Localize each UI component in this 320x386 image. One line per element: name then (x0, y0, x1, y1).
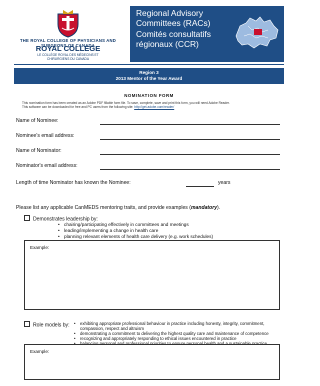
years-field[interactable] (186, 186, 214, 187)
adobe-reader-link[interactable]: http://get.adobe.com/reader/ (134, 105, 174, 109)
pdf-note-text: This software can be downloaded for free… (22, 105, 134, 110)
award-title: 2013 Mentor of the Year Award (115, 76, 183, 81)
list-item: planning relevant elements of health car… (58, 234, 282, 240)
nominator-name-label: Name of Nominator: (16, 148, 62, 154)
nominator-name-field[interactable] (100, 154, 280, 155)
logo-name: ROYAL COLLEGE (35, 44, 101, 53)
leadership-checkbox[interactable] (24, 215, 30, 221)
nominee-name-field[interactable] (100, 124, 280, 125)
role-model-bullets: exhibiting appropriate professional beha… (74, 321, 282, 347)
role-model-checkbox[interactable] (24, 321, 30, 327)
form-title: NOMINATION FORM (124, 93, 174, 98)
crest-icon (57, 10, 79, 38)
instruction-prefix: Please list any applicable CanMEDS mento… (16, 205, 191, 211)
canada-map-icon (235, 16, 279, 49)
leadership-bullets: chairing/participating effectively in co… (58, 222, 282, 239)
role-model-example-box[interactable]: Example: (24, 344, 280, 380)
years-label: years (218, 180, 231, 186)
length-known-label: Length of time Nominator has known the N… (16, 180, 131, 186)
instruction-mandatory: mandatory (190, 205, 218, 211)
role-model-row: Role models by: (24, 321, 70, 329)
banner-line-2: Committees (RACs) (136, 18, 211, 29)
pdf-note-line2: This software can be downloaded for free… (22, 105, 284, 109)
nominee-name-label: Name of Nominee: (16, 118, 59, 124)
award-panel: Region 3 2013 Mentor of the Year Award (14, 68, 284, 84)
banner-line-1: Regional Advisory (136, 8, 204, 18)
royal-college-logo: THE ROYAL COLLEGE OF PHYSICIANS AND SURG… (14, 8, 122, 66)
nominator-email-label: Nominator's email address: (16, 163, 78, 169)
list-item: exhibiting appropriate professional beha… (74, 321, 282, 331)
nominee-email-field[interactable] (100, 139, 280, 140)
nominee-email-label: Nominee's email address: (16, 133, 75, 139)
leadership-example-label: Example: (30, 245, 50, 250)
role-model-label: Role models by: (33, 322, 70, 329)
nominator-email-field[interactable] (100, 169, 280, 170)
logo-french-line2: CHIRURGIENS DU CANADA (47, 57, 89, 61)
role-model-example-label: Example: (30, 349, 50, 354)
instruction-suffix: ). (217, 205, 221, 211)
pdf-note: This nomination form has been created as… (22, 101, 284, 109)
banner-line-3: Comités consultatifs régionaux (CCR) (136, 28, 211, 50)
leadership-example-box[interactable]: Example: (24, 240, 280, 310)
instruction-text: Please list any applicable CanMEDS mento… (16, 205, 220, 211)
header-divider (14, 64, 284, 65)
banner-title: Regional Advisory Committees (RACs) Comi… (136, 8, 236, 50)
rac-banner: Regional Advisory Committees (RACs) Comi… (130, 6, 284, 62)
